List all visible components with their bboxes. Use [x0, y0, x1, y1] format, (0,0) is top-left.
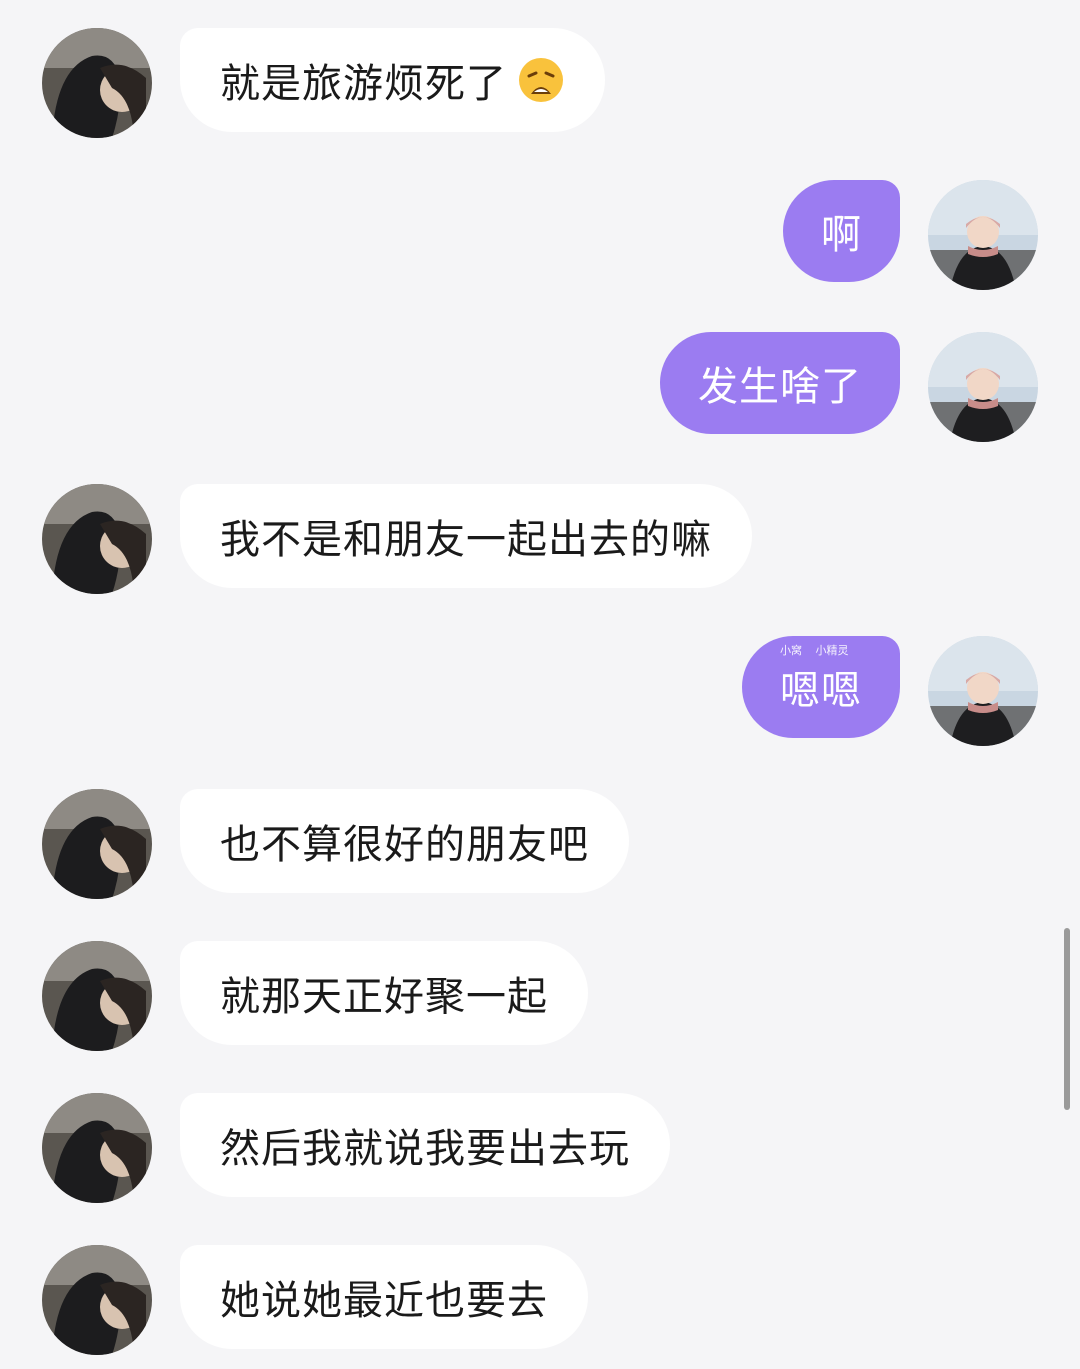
incoming-message-bubble[interactable]: 她说她最近也要去	[180, 1245, 588, 1349]
user-avatar[interactable]	[928, 636, 1038, 746]
message-row: 她说她最近也要去	[0, 1245, 1080, 1355]
incoming-message-bubble[interactable]: 然后我就说我要出去玩	[180, 1093, 670, 1197]
message-row: 啊	[0, 180, 1080, 290]
contact-avatar[interactable]	[42, 1245, 152, 1355]
weary-face-emoji-icon	[519, 58, 563, 102]
user-avatar[interactable]	[928, 332, 1038, 442]
message-row: 发生啥了	[0, 332, 1080, 442]
message-row: 小窝 小精灵 嗯嗯	[0, 636, 1080, 746]
message-row: 然后我就说我要出去玩	[0, 1093, 1080, 1203]
contact-avatar[interactable]	[42, 484, 152, 594]
message-text: 就是旅游烦死了	[220, 61, 507, 107]
contact-avatar[interactable]	[42, 28, 152, 138]
outgoing-message-bubble[interactable]: 小窝 小精灵 嗯嗯	[742, 636, 900, 738]
sticker-tag: 小精灵	[815, 644, 849, 657]
contact-avatar[interactable]	[42, 1093, 152, 1203]
message-text: 嗯嗯	[780, 668, 862, 714]
user-avatar[interactable]	[928, 180, 1038, 290]
outgoing-message-bubble[interactable]: 发生啥了	[660, 332, 900, 434]
message-row: 也不算很好的朋友吧	[0, 789, 1080, 899]
incoming-message-bubble[interactable]: 就那天正好聚一起	[180, 941, 588, 1045]
incoming-message-bubble[interactable]: 就是旅游烦死了	[180, 28, 605, 132]
contact-avatar[interactable]	[42, 941, 152, 1051]
message-text: 然后我就说我要出去玩	[220, 1126, 630, 1172]
message-row: 就是旅游烦死了	[0, 28, 1080, 138]
outgoing-message-bubble[interactable]: 啊	[783, 180, 900, 282]
message-row: 我不是和朋友一起出去的嘛	[0, 484, 1080, 594]
incoming-message-bubble[interactable]: 也不算很好的朋友吧	[180, 789, 629, 893]
message-text: 啊	[821, 212, 862, 258]
message-text: 她说她最近也要去	[220, 1278, 548, 1324]
message-text: 就那天正好聚一起	[220, 974, 548, 1020]
scrollbar[interactable]	[1064, 928, 1070, 1110]
sticker-tags: 小窝 小精灵	[780, 642, 849, 658]
sticker-tag: 小窝	[780, 644, 802, 657]
message-text: 也不算很好的朋友吧	[220, 822, 589, 868]
contact-avatar[interactable]	[42, 789, 152, 899]
message-text: 发生啥了	[698, 364, 862, 410]
message-text: 我不是和朋友一起出去的嘛	[220, 517, 712, 563]
message-row: 就那天正好聚一起	[0, 941, 1080, 1051]
incoming-message-bubble[interactable]: 我不是和朋友一起出去的嘛	[180, 484, 752, 588]
